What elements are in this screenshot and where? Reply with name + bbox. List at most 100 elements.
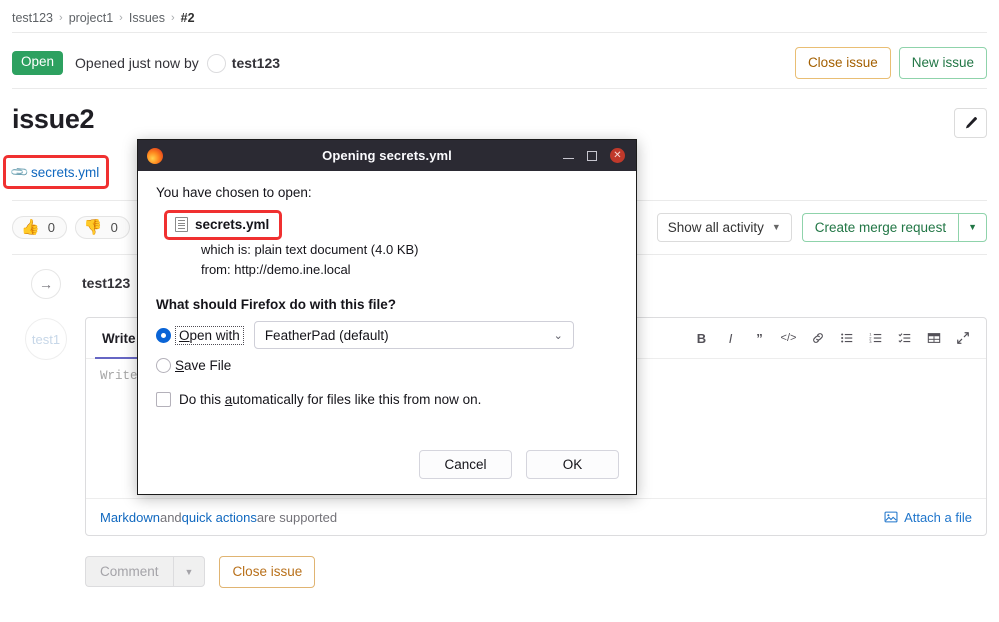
auto-label-post: utomatically for files like this from no… xyxy=(232,392,482,408)
paperclip-icon: 📎 xyxy=(9,161,30,183)
do-this-automatically-checkbox[interactable] xyxy=(156,392,171,408)
author-name[interactable]: test123 xyxy=(232,55,280,71)
comment-dropdown[interactable]: ▼ xyxy=(172,556,206,588)
fullscreen-icon[interactable] xyxy=(949,325,976,352)
create-merge-request-button[interactable]: Create merge request xyxy=(801,212,959,242)
thumbsup-count: 0 xyxy=(47,219,55,235)
create-merge-request-split: Create merge request ▼ xyxy=(801,212,987,242)
pencil-icon xyxy=(963,116,978,131)
chevron-down-icon: ▼ xyxy=(184,566,194,577)
breadcrumb-item-group[interactable]: test123 xyxy=(12,11,53,25)
attachment-label: secrets.yml xyxy=(30,164,100,180)
create-merge-request-dropdown[interactable]: ▼ xyxy=(958,212,987,242)
markdown-toolbar: B I ” </> 123 xyxy=(688,318,986,358)
window-controls: ✕ xyxy=(563,148,636,163)
thumbsup-reaction[interactable]: 👍 0 xyxy=(12,215,67,239)
markdown-help-link[interactable]: Markdown xyxy=(100,510,160,525)
footer-supported: are supported xyxy=(256,509,338,525)
dialog-footer: Cancel OK xyxy=(419,450,619,479)
link-icon[interactable] xyxy=(804,325,831,352)
italic-icon[interactable]: I xyxy=(717,325,744,352)
table-icon[interactable] xyxy=(920,325,947,352)
breadcrumb-separator: › xyxy=(59,12,63,24)
attachment-link-secrets-yml[interactable]: 📎 secrets.yml xyxy=(9,161,100,183)
numbered-list-icon[interactable]: 123 xyxy=(862,325,889,352)
issue-status-bar: Open Opened just now by test123 Close is… xyxy=(12,45,987,81)
footer-and: and xyxy=(159,509,182,525)
avatar: test1 xyxy=(25,318,67,360)
task-list-icon[interactable] xyxy=(891,325,918,352)
do-this-automatically-label[interactable]: Do this automatically for files like thi… xyxy=(179,392,481,407)
save-file-mnemonic: S xyxy=(175,358,185,374)
new-issue-button[interactable]: New issue xyxy=(898,47,987,79)
dialog-file-highlight: secrets.yml xyxy=(164,209,283,240)
quote-icon[interactable]: ” xyxy=(746,325,773,352)
comment-split-button: Comment ▼ xyxy=(85,556,206,588)
activity-filter-dropdown[interactable]: Show all activity ▼ xyxy=(656,212,792,242)
auto-label-pre: Do this xyxy=(179,392,225,408)
save-file-label[interactable]: Save File xyxy=(175,358,231,373)
code-icon[interactable]: </> xyxy=(775,325,802,352)
application-select-value: FeatherPad (default) xyxy=(264,327,389,343)
ok-button[interactable]: OK xyxy=(526,450,619,479)
open-with-radio[interactable] xyxy=(156,327,171,343)
cancel-button[interactable]: Cancel xyxy=(419,450,512,479)
save-file-radio[interactable] xyxy=(156,358,171,374)
document-icon xyxy=(175,216,188,232)
dialog-question: What should Firefox do with this file? xyxy=(156,297,396,313)
file-source-text: from: http://demo.ine.local xyxy=(201,261,351,277)
thumbsdown-count: 0 xyxy=(110,219,118,235)
open-with-row: Open with FeatherPad (default) ⌄ xyxy=(156,321,618,350)
file-type-text: which is: plain text document (4.0 KB) xyxy=(201,241,419,257)
system-note-author[interactable]: test123 xyxy=(82,275,130,291)
save-file-label-rest: ave File xyxy=(184,358,232,374)
dialog-file-name: secrets.yml xyxy=(195,216,270,232)
author-avatar xyxy=(206,53,226,73)
bold-icon[interactable]: B xyxy=(688,325,715,352)
quick-actions-link[interactable]: quick actions xyxy=(182,510,257,525)
comment-actions: Comment ▼ Close issue xyxy=(85,556,316,588)
do-this-automatically-row: Do this automatically for files like thi… xyxy=(156,392,618,408)
comment-editor-footer: Markdown and quick actions are supported… xyxy=(86,498,986,535)
arrow-right-circle-icon: → xyxy=(31,269,61,299)
dialog-title: Opening secrets.yml xyxy=(322,148,452,163)
chevron-down-icon: ▼ xyxy=(968,222,977,232)
chevron-down-icon: ▼ xyxy=(771,222,781,232)
opened-text: Opened just now by xyxy=(75,55,199,71)
edit-issue-button[interactable] xyxy=(954,108,987,138)
maximize-icon[interactable] xyxy=(587,150,597,161)
avatar-initials: test1 xyxy=(31,331,61,347)
breadcrumb-separator: › xyxy=(119,12,123,24)
open-with-label-rest: pen with xyxy=(189,327,240,343)
attach-file-label: Attach a file xyxy=(904,509,972,525)
breadcrumb-item-issues[interactable]: Issues xyxy=(129,11,165,25)
bullet-list-icon[interactable] xyxy=(833,325,860,352)
close-issue-button-bottom[interactable]: Close issue xyxy=(219,556,316,588)
attach-file-button[interactable]: Attach a file xyxy=(884,510,972,525)
thumbsup-icon: 👍 xyxy=(21,218,40,236)
breadcrumb-separator: › xyxy=(170,12,175,24)
comment-button[interactable]: Comment xyxy=(85,556,173,588)
thumbsdown-icon: 👎 xyxy=(83,218,103,236)
divider xyxy=(12,88,987,89)
divider xyxy=(12,32,987,33)
application-select[interactable]: FeatherPad (default) ⌄ xyxy=(253,321,574,350)
dialog-title-bar[interactable]: Opening secrets.yml ✕ xyxy=(138,140,636,171)
chosen-text: You have chosen to open: xyxy=(156,185,312,200)
opening-file-dialog: Opening secrets.yml ✕ You have chosen to… xyxy=(137,139,637,495)
open-with-mnemonic: O xyxy=(179,327,190,343)
thumbsdown-reaction[interactable]: 👎 0 xyxy=(74,215,130,239)
page-title: issue2 xyxy=(12,104,95,134)
dialog-body: You have chosen to open: secrets.yml whi… xyxy=(138,171,636,495)
close-issue-button-top[interactable]: Close issue xyxy=(794,47,891,79)
chevron-down-icon: ⌄ xyxy=(553,329,563,342)
status-badge: Open xyxy=(12,51,64,75)
svg-text:3: 3 xyxy=(869,339,872,344)
open-with-label[interactable]: Open with xyxy=(175,325,244,345)
image-attach-icon xyxy=(884,510,898,524)
minimize-icon[interactable] xyxy=(563,150,574,161)
save-file-row: Save File xyxy=(156,358,618,374)
breadcrumb-item-project[interactable]: project1 xyxy=(69,11,113,25)
activity-filter-label: Show all activity xyxy=(667,219,764,235)
close-icon[interactable]: ✕ xyxy=(610,148,625,163)
